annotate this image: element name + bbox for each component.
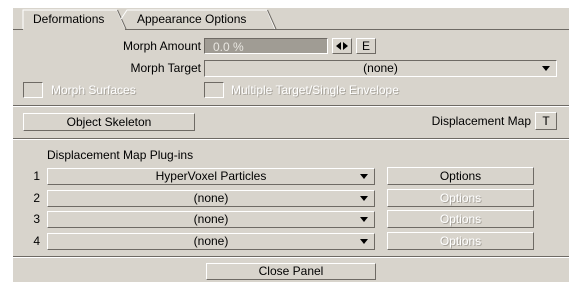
object-skeleton-button[interactable]: Object Skeleton — [23, 113, 195, 131]
morph-surfaces-label: Morph Surfaces — [51, 83, 136, 97]
plugin-options-button-4[interactable]: Options — [387, 232, 534, 250]
plugin-select-value: HyperVoxel Particles — [155, 169, 267, 183]
section-divider — [13, 256, 569, 258]
plugin-select-1[interactable]: HyperVoxel Particles — [47, 168, 375, 185]
chevron-down-icon — [360, 217, 368, 222]
section-divider — [13, 105, 569, 107]
plugin-select-2[interactable]: (none) — [47, 190, 375, 207]
plugin-row-number: 3 — [33, 212, 40, 226]
section-divider — [13, 138, 569, 140]
tab-deformations-label: Deformations — [33, 12, 105, 26]
plugin-select-4[interactable]: (none) — [47, 233, 375, 250]
morph-target-label: Morph Target — [130, 61, 201, 75]
e-button[interactable]: E — [356, 38, 376, 54]
tab-strip: Deformations Appearance Options — [13, 8, 569, 30]
plugin-select-value: (none) — [193, 191, 229, 205]
chevron-down-icon — [542, 66, 550, 71]
envelope-button[interactable] — [332, 38, 352, 54]
close-panel-button[interactable]: Close Panel — [206, 263, 376, 280]
morph-target-select[interactable]: (none) — [204, 60, 557, 77]
chevron-down-icon — [360, 196, 368, 201]
plugins-heading: Displacement Map Plug-ins — [47, 148, 194, 162]
morph-surfaces-checkbox[interactable] — [23, 82, 43, 98]
tab-appearance-options[interactable]: Appearance Options — [129, 9, 269, 29]
tab-deformations[interactable]: Deformations — [25, 9, 121, 29]
plugin-select-value: (none) — [193, 212, 229, 226]
morph-target-value: (none) — [363, 61, 398, 75]
multiple-target-checkbox[interactable] — [204, 82, 224, 98]
plugin-row-number: 4 — [33, 234, 40, 248]
chevron-down-icon — [360, 239, 368, 244]
multiple-target-label: Multiple Target/Single Envelope — [231, 83, 399, 97]
plugin-options-button-1[interactable]: Options — [387, 167, 534, 185]
morph-amount-field[interactable]: 0.0 % — [204, 38, 328, 54]
object-properties-panel: Deformations Appearance Options Morph Am… — [13, 8, 569, 282]
morph-amount-label: Morph Amount — [122, 39, 201, 53]
t-button[interactable]: T — [535, 112, 557, 130]
displacement-map-label: Displacement Map — [431, 114, 531, 128]
plugin-options-button-3[interactable]: Options — [387, 210, 534, 228]
double-arrow-icon — [336, 42, 348, 50]
plugin-row-number: 1 — [33, 169, 40, 183]
plugin-options-button-2[interactable]: Options — [387, 189, 534, 207]
plugin-row-number: 2 — [33, 191, 40, 205]
plugin-select-3[interactable]: (none) — [47, 211, 375, 228]
chevron-down-icon — [360, 174, 368, 179]
tab-appearance-options-label: Appearance Options — [137, 12, 247, 26]
plugin-select-value: (none) — [193, 234, 229, 248]
